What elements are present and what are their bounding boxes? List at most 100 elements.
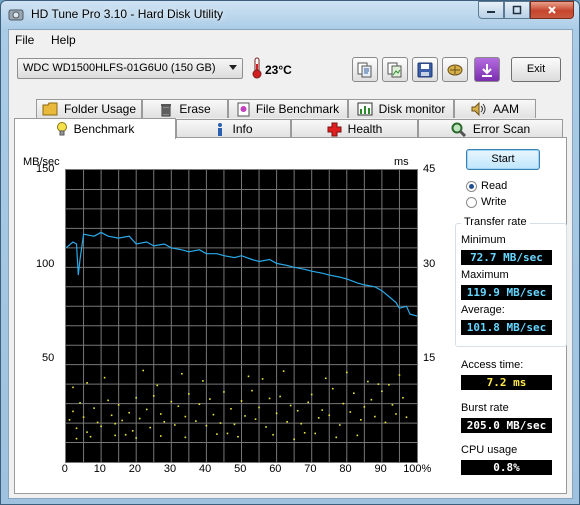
info-icon (218, 122, 223, 136)
access-time-point (279, 395, 281, 398)
client-area: File Help WDC WD1500HLFS-01G6U0 (150 GB)… (8, 29, 573, 499)
access-time-point (152, 395, 155, 397)
save-icon (417, 62, 433, 77)
exit-button[interactable]: Exit (511, 57, 561, 82)
access-time-point (367, 380, 369, 383)
copy-info-button[interactable] (352, 57, 378, 82)
minimize-button[interactable] (478, 1, 504, 19)
tab-row-top: Folder Usage Erase File Benchmark Disk m… (36, 99, 536, 118)
average-value: 101.8 MB/sec (461, 320, 552, 335)
x-tick-label: 80 (339, 463, 352, 475)
save-button[interactable] (412, 57, 438, 82)
right-tick-label: 15 (423, 352, 436, 364)
close-button[interactable] (530, 1, 574, 19)
access-time-point (86, 382, 88, 384)
options-icon (447, 64, 463, 75)
close-icon (548, 6, 556, 14)
options-button[interactable] (442, 57, 468, 82)
tab-erase[interactable]: Erase (142, 99, 228, 118)
access-time-point (205, 424, 208, 427)
tab-label: Error Scan (472, 122, 531, 136)
copy-screenshot-button[interactable] (382, 57, 408, 82)
access-time-point (174, 424, 176, 426)
tab-folder-usage[interactable]: Folder Usage (36, 99, 142, 118)
tab-label: Disk monitor (378, 102, 446, 116)
menu-file[interactable]: File (15, 33, 34, 47)
access-time-point (353, 392, 355, 395)
left-tick-label: 100 (36, 258, 55, 270)
access-time-point (268, 397, 271, 400)
access-time-point (289, 404, 292, 407)
access-time-point (251, 389, 253, 392)
read-radio-circle (466, 180, 477, 192)
copy-info-icon (357, 62, 372, 77)
drive-select[interactable]: WDC WD1500HLFS-01G6U0 (150 GB) (17, 58, 243, 79)
access-time-point (370, 398, 373, 401)
health-cross-icon (327, 122, 342, 136)
toolbar: WDC WD1500HLFS-01G6U0 (150 GB) 23°C Exit (9, 52, 572, 88)
menu-bar: File Help (9, 30, 572, 50)
maximum-label: Maximum (461, 269, 509, 281)
access-time-point (159, 435, 162, 437)
read-radio[interactable]: Read (466, 180, 507, 192)
access-time-point (117, 404, 120, 406)
tab-health[interactable]: Health (291, 119, 418, 138)
download-button[interactable] (474, 57, 500, 82)
access-time-point (198, 403, 201, 406)
access-time-point (131, 430, 134, 432)
access-time-point (265, 426, 267, 428)
access-time-point (356, 434, 359, 437)
maximize-icon (512, 5, 522, 15)
x-tick-label: 40 (199, 463, 212, 475)
maximize-button[interactable] (504, 1, 530, 19)
copy-screenshot-icon (387, 62, 402, 77)
access-time-point (307, 401, 309, 404)
access-time-point (163, 420, 166, 423)
access-time-point (388, 383, 390, 386)
access-time-point (363, 406, 366, 408)
right-axis-unit: ms (394, 156, 409, 168)
cpu-usage-value: 0.8% (461, 460, 552, 475)
tab-info[interactable]: Info (176, 119, 291, 138)
download-icon (482, 63, 492, 77)
drive-select-value: WDC WD1500HLFS-01G6U0 (150 GB) (23, 62, 216, 74)
cpu-usage-label: CPU usage (461, 444, 518, 456)
tab-label: Info (232, 122, 253, 136)
minimum-label: Minimum (461, 234, 506, 246)
access-time-point (240, 400, 243, 402)
tab-benchmark[interactable]: Benchmark (14, 118, 176, 139)
access-time-point (170, 400, 173, 403)
access-time-point (79, 402, 81, 404)
title-bar[interactable]: HD Tune Pro 3.10 - Hard Disk Utility (1, 1, 579, 29)
write-radio[interactable]: Write (466, 196, 506, 208)
left-tick-label: 150 (36, 163, 55, 175)
access-time-point (156, 384, 159, 387)
tab-label: File Benchmark (255, 102, 340, 116)
access-time-point (184, 436, 187, 439)
menu-help[interactable]: Help (51, 33, 76, 47)
read-radio-label: Read (481, 180, 508, 192)
tab-aam[interactable]: AAM (454, 99, 536, 118)
tab-error-scan[interactable]: Error Scan (418, 119, 563, 138)
access-time-point (226, 432, 229, 435)
access-time-point (75, 437, 78, 440)
app-icon (8, 9, 24, 21)
chevron-down-icon (229, 65, 237, 70)
access-time-point (82, 416, 85, 419)
start-button[interactable]: Start (466, 149, 540, 170)
access-time-point (96, 421, 99, 424)
access-time-point (261, 378, 264, 380)
access-time-point (72, 410, 74, 413)
access-time-point (324, 377, 327, 380)
access-time-point (293, 438, 295, 441)
tab-label: Erase (179, 102, 211, 116)
tab-disk-monitor[interactable]: Disk monitor (348, 99, 454, 118)
access-time-point (314, 432, 317, 435)
access-time-point (103, 376, 106, 379)
x-tick-label: 10 (93, 463, 106, 475)
access-time-point (247, 375, 250, 378)
access-time-point (188, 393, 190, 395)
temperature-value: 23°C (265, 63, 292, 77)
left-tick-label: 50 (42, 352, 55, 364)
tab-file-benchmark[interactable]: File Benchmark (228, 99, 348, 118)
